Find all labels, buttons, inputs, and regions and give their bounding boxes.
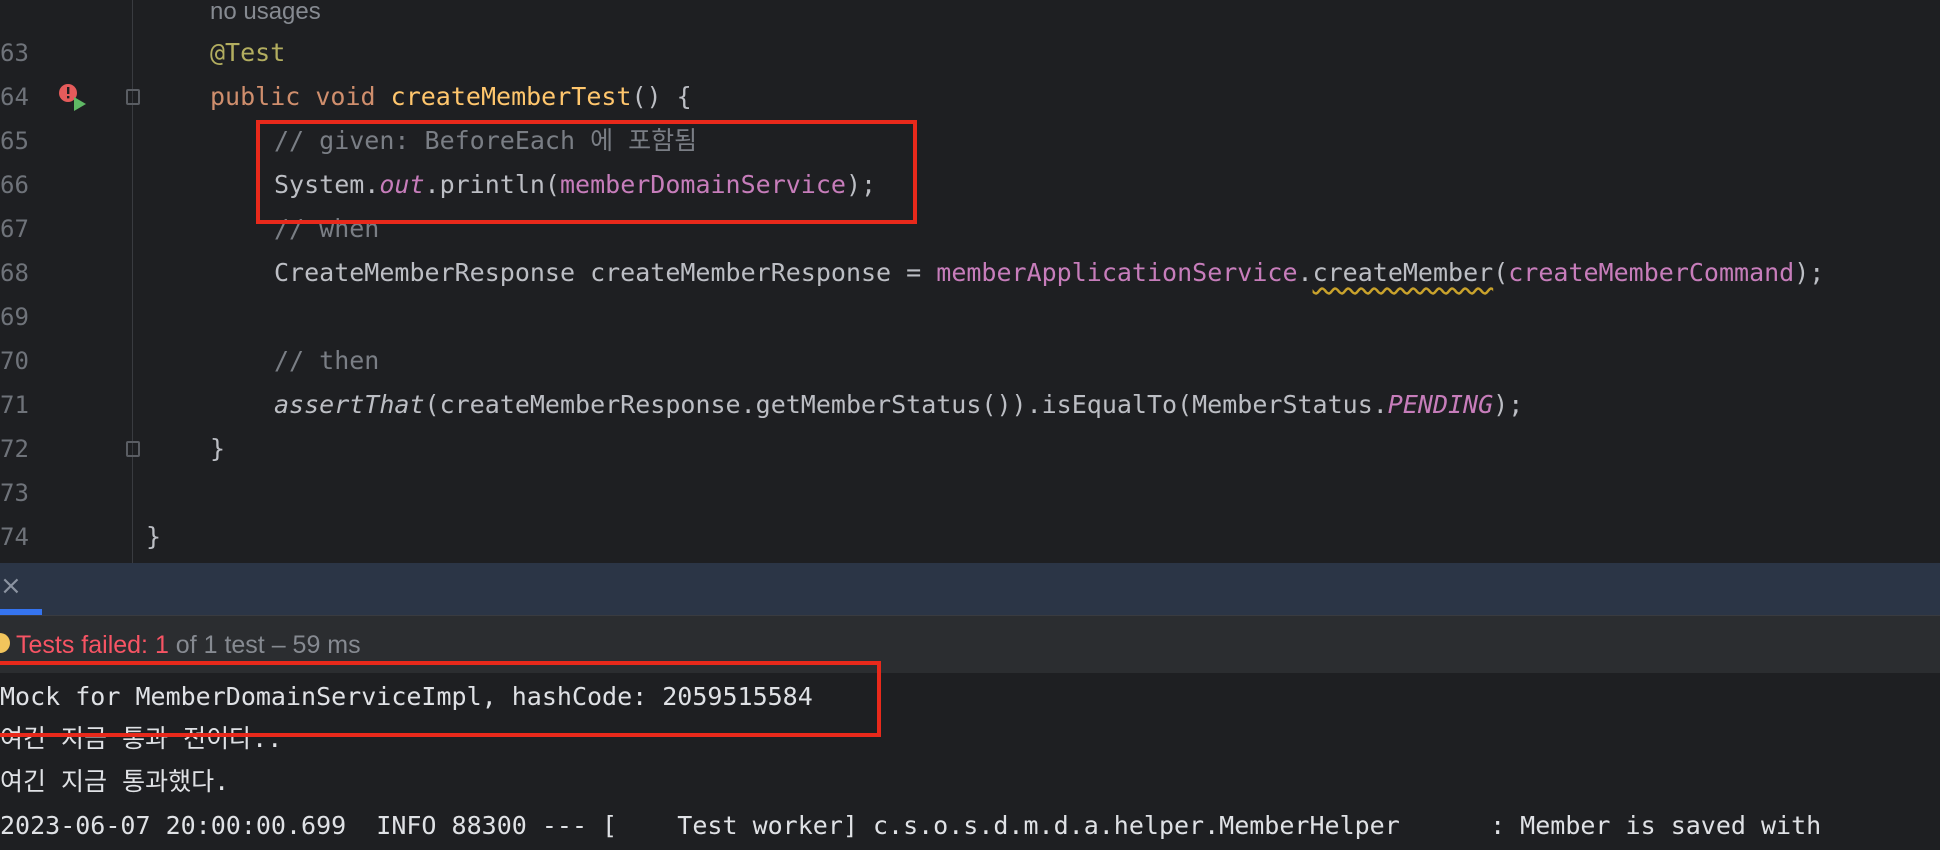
static-field: out [379,170,425,199]
field-reference: createMemberCommand [1508,258,1795,287]
code-line: 65 // given: BeforeEach 에 포함됨 [0,119,1940,163]
keyword-void: void [315,82,376,111]
comment: // when [274,214,380,243]
line-number: 74 [0,523,29,551]
code-text: ); [1493,390,1524,419]
console-line: 여긴 지금 통과했다. [0,767,230,796]
console-output[interactable]: Mock for MemberDomainServiceImpl, hashCo… [0,673,1940,850]
code-text: ); [1794,258,1825,287]
console-line: Mock for MemberDomainServiceImpl, hashCo… [0,682,813,711]
code-line: 70 // then [0,339,1940,383]
code-line: 67 // when [0,207,1940,251]
line-number: 66 [0,171,29,199]
tests-summary: of 1 test – 59 ms [168,631,361,659]
code-text: . [1297,258,1313,287]
code-line: 69 [0,295,1940,339]
code-line: 64 public void createMemberTest() { [0,75,1940,119]
test-status-text: Tests failed: 1 of 1 test – 59 ms [16,616,361,674]
method-signature: public void createMemberTest() { [210,75,692,119]
line-number: 71 [0,391,29,419]
code-text: () { [631,82,692,111]
code-line: 68 CreateMemberResponse createMemberResp… [0,251,1940,295]
line-number: 68 [0,259,29,287]
code-text: ( [1493,258,1509,287]
line-number: 72 [0,435,29,463]
code-line: 71 assertThat(createMemberResponse.getMe… [0,383,1940,427]
annotation: @Test [210,38,286,67]
static-method: assertThat [274,390,425,419]
println-statement: System.out.println(memberDomainService); [274,163,876,207]
code-line: 73 [0,471,1940,515]
tests-failed-label: Tests failed: 1 [16,631,169,659]
fold-icon[interactable] [126,89,140,105]
fold-end-icon[interactable] [126,441,140,457]
line-number: 69 [0,303,29,331]
code-line: 63 @Test [0,31,1940,75]
keyword-public: public [210,82,301,111]
method-name: createMemberTest [390,82,632,111]
line-number: 64 [0,83,29,111]
test-failed-icon [0,633,10,653]
code-line-hint: no usages [0,0,1940,34]
code-text: (createMemberResponse.getMemberStatus())… [424,390,1388,419]
field-reference: memberDomainService [559,170,846,199]
code-text: CreateMemberResponse createMemberRespons… [274,258,937,287]
closing-brace: } [146,522,162,551]
run-panel-header: × [0,563,1940,615]
line-number: 70 [0,347,29,375]
code-line: 66 System.out.println(memberDomainServic… [0,163,1940,207]
code-text: .println( [424,170,560,199]
enum-constant: PENDING [1387,390,1494,419]
close-icon[interactable]: × [0,571,24,601]
method-call-warning[interactable]: createMember [1313,258,1494,287]
code-line: 72 } [0,427,1940,471]
test-status-bar: Tests failed: 1 of 1 test – 59 ms [0,615,1940,673]
console-line: 여긴 지금 통과 전이다.. [0,724,283,753]
comment: // then [274,346,380,375]
closing-brace: } [210,434,226,463]
line-number: 63 [0,39,29,67]
line-number: 73 [0,479,29,507]
code-text: System. [274,170,380,199]
assert-statement: assertThat(createMemberResponse.getMembe… [274,383,1523,427]
comment: // given: BeforeEach 에 포함됨 [274,126,698,155]
usages-hint[interactable]: no usages [210,0,321,34]
line-number: 65 [0,127,29,155]
field-reference: memberApplicationService [936,258,1298,287]
assignment-statement: CreateMemberResponse createMemberRespons… [274,251,1824,295]
line-number: 67 [0,215,29,243]
code-line: 74 } [0,515,1940,559]
run-test-icon[interactable] [56,81,88,117]
code-editor[interactable]: no usages 63 @Test 64 public void create… [0,0,1940,563]
console-line: 2023-06-07 20:00:00.699 INFO 88300 --- [… [0,811,1822,840]
code-text: ); [845,170,877,199]
